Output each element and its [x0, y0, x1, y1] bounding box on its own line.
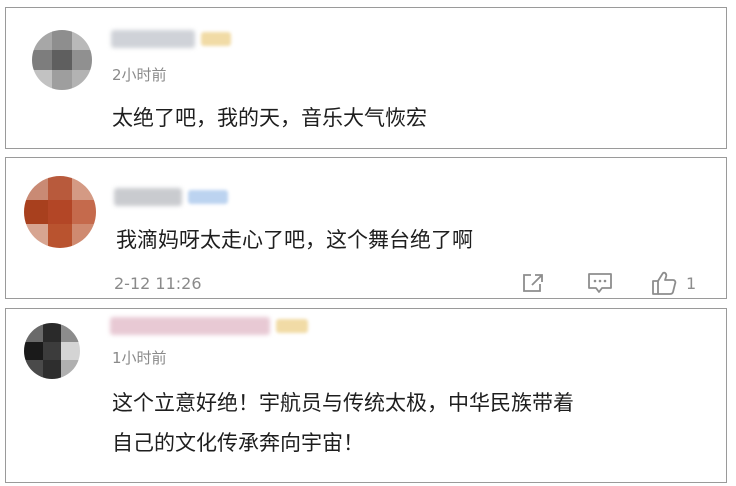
- comment-card: 1小时前 这个立意好绝！宇航员与传统太极，中华民族带着 自己的文化传承奔向宇宙！: [5, 308, 727, 483]
- comment-text-line-1: 这个立意好绝！宇航员与传统太极，中华民族带着: [112, 391, 574, 415]
- comment-timestamp: 2-12 11:26: [114, 274, 202, 293]
- comment-text: 我滴妈呀太走心了吧，这个舞台绝了啊: [116, 228, 473, 252]
- user-avatar[interactable]: [24, 323, 80, 379]
- comment-card: 2小时前 太绝了吧，我的天，音乐大气恢宏: [5, 7, 727, 149]
- like-button[interactable]: 1: [650, 270, 696, 296]
- thumbs-up-icon: [652, 271, 677, 295]
- reply-button[interactable]: [586, 271, 614, 295]
- like-count: 1: [686, 273, 697, 293]
- comment-text-line-2: 自己的文化传承奔向宇宙！: [112, 431, 364, 455]
- username-blurred[interactable]: [114, 186, 228, 208]
- share-button[interactable]: [520, 271, 546, 295]
- username-blurred[interactable]: [111, 28, 231, 50]
- comment-timestamp: 2小时前: [112, 66, 167, 84]
- share-icon: [523, 274, 543, 292]
- comment-timestamp: 1小时前: [112, 349, 167, 367]
- username-blurred[interactable]: [110, 315, 308, 337]
- comment-icon: [588, 273, 612, 293]
- comment-actions: 1: [520, 270, 696, 296]
- user-avatar[interactable]: [24, 176, 96, 248]
- comment-card: 我滴妈呀太走心了吧，这个舞台绝了啊 2-12 11:26 1: [5, 157, 727, 299]
- comment-text: 太绝了吧，我的天，音乐大气恢宏: [112, 106, 427, 130]
- user-avatar[interactable]: [32, 30, 92, 90]
